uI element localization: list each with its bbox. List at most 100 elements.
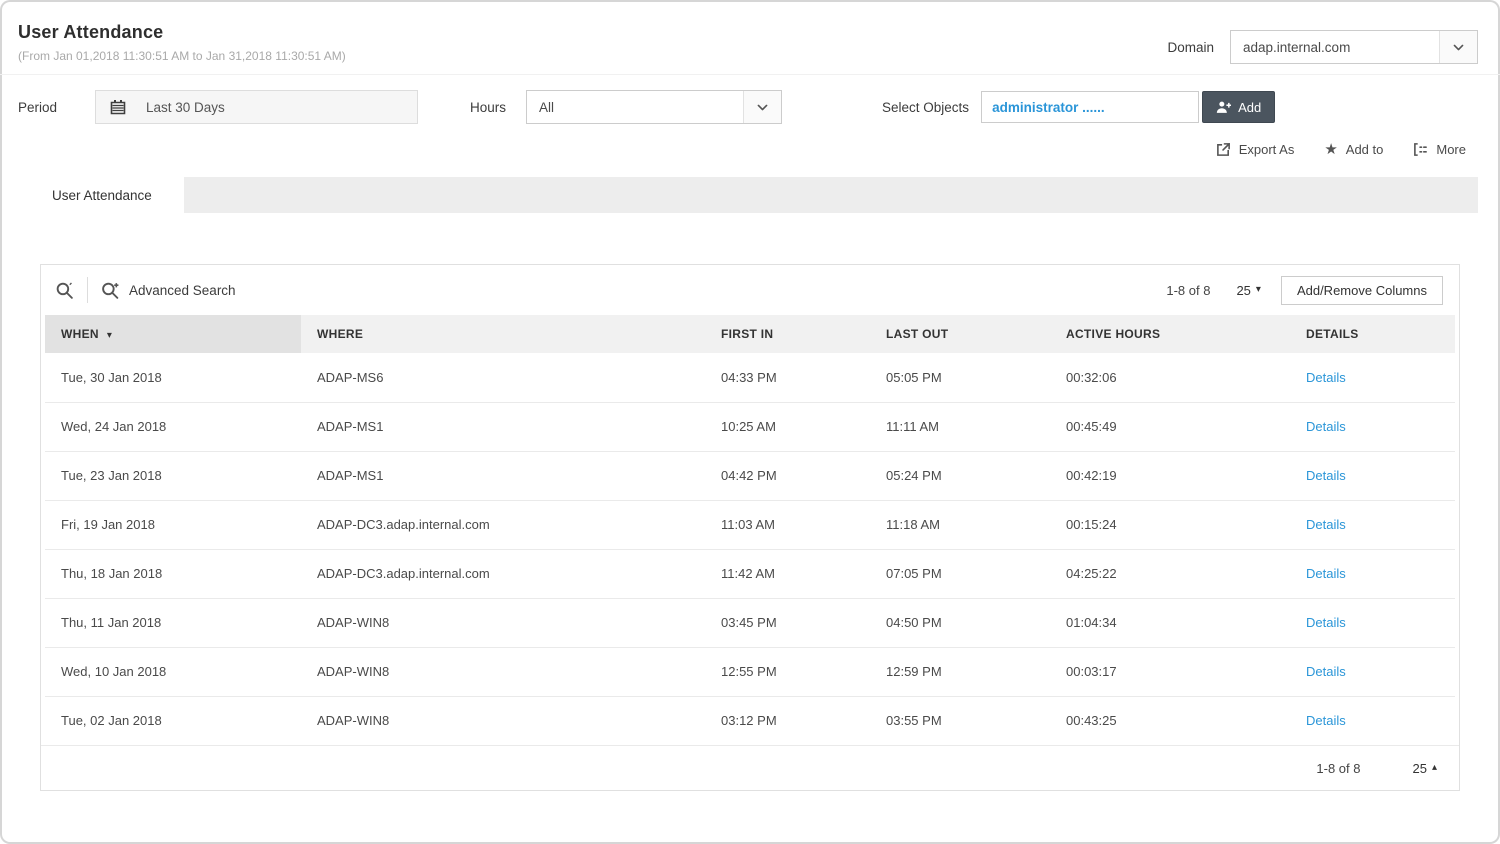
footer-pagination-range: 1-8 of 8 (1316, 761, 1360, 776)
details-link[interactable]: Details (1306, 713, 1346, 728)
cell-when: Thu, 11 Jan 2018 (45, 598, 301, 647)
page-title: User Attendance (18, 22, 346, 43)
domain-label: Domain (1167, 40, 1214, 55)
hours-select-value: All (527, 91, 743, 123)
footer-page-size-dropdown[interactable]: 25 ▴ (1413, 761, 1438, 776)
person-add-icon (1216, 100, 1231, 114)
cell-active-hours: 00:03:17 (1050, 647, 1290, 696)
select-objects-input[interactable]: administrator ...... (981, 91, 1199, 123)
table-row: Wed, 24 Jan 2018 ADAP-MS1 10:25 AM 11:11… (45, 402, 1455, 451)
cell-active-hours: 00:43:25 (1050, 696, 1290, 745)
column-header-when[interactable]: WHEN▾ (45, 315, 301, 353)
cell-active-hours: 04:25:22 (1050, 549, 1290, 598)
advanced-search-button[interactable]: Advanced Search (101, 281, 236, 300)
tab-label: User Attendance (52, 188, 152, 203)
add-object-button[interactable]: Add (1202, 91, 1275, 123)
cell-first-in: 12:55 PM (705, 647, 870, 696)
table-row: Thu, 11 Jan 2018 ADAP-WIN8 03:45 PM 04:5… (45, 598, 1455, 647)
more-button[interactable]: More (1413, 142, 1466, 157)
details-link[interactable]: Details (1306, 566, 1346, 581)
caret-up-icon: ▴ (1432, 763, 1437, 773)
details-link[interactable]: Details (1306, 615, 1346, 630)
tab-user-attendance[interactable]: User Attendance (20, 177, 184, 213)
search-icon[interactable] (55, 281, 74, 300)
cell-where: ADAP-DC3.adap.internal.com (301, 549, 705, 598)
period-input[interactable]: Last 30 Days (95, 90, 418, 124)
cell-when: Fri, 19 Jan 2018 (45, 500, 301, 549)
chevron-down-icon (1439, 31, 1477, 63)
cell-details: Details (1290, 402, 1455, 451)
pagination-range: 1-8 of 8 (1166, 283, 1210, 298)
cell-active-hours: 00:42:19 (1050, 451, 1290, 500)
export-as-label: Export As (1239, 142, 1295, 157)
table-body: Tue, 30 Jan 2018 ADAP-MS6 04:33 PM 05:05… (45, 353, 1455, 745)
title-block: User Attendance (From Jan 01,2018 11:30:… (18, 22, 346, 63)
select-objects-value: administrator ...... (992, 100, 1105, 115)
star-icon: ★ (1324, 142, 1337, 157)
tab-bar: User Attendance (20, 177, 1478, 213)
details-link[interactable]: Details (1306, 664, 1346, 679)
cell-last-out: 12:59 PM (870, 647, 1050, 696)
table-row: Wed, 10 Jan 2018 ADAP-WIN8 12:55 PM 12:5… (45, 647, 1455, 696)
cell-first-in: 03:45 PM (705, 598, 870, 647)
add-remove-columns-button[interactable]: Add/Remove Columns (1281, 276, 1443, 305)
period-value: Last 30 Days (140, 100, 225, 115)
details-link[interactable]: Details (1306, 419, 1346, 434)
chevron-down-icon (743, 91, 781, 123)
details-link[interactable]: Details (1306, 370, 1346, 385)
cell-where: ADAP-MS1 (301, 451, 705, 500)
domain-select[interactable]: adap.internal.com (1230, 30, 1478, 64)
cell-when: Tue, 30 Jan 2018 (45, 353, 301, 402)
cell-first-in: 11:03 AM (705, 500, 870, 549)
table-row: Tue, 02 Jan 2018 ADAP-WIN8 03:12 PM 03:5… (45, 696, 1455, 745)
select-objects-label: Select Objects (882, 100, 969, 115)
column-header-first-in[interactable]: FIRST IN (705, 315, 870, 353)
cell-when: Tue, 02 Jan 2018 (45, 696, 301, 745)
cell-where: ADAP-WIN8 (301, 598, 705, 647)
cell-last-out: 07:05 PM (870, 549, 1050, 598)
cell-first-in: 04:33 PM (705, 353, 870, 402)
cell-details: Details (1290, 451, 1455, 500)
column-header-details[interactable]: DETAILS (1290, 315, 1455, 353)
cell-where: ADAP-WIN8 (301, 696, 705, 745)
sort-caret-icon: ▾ (107, 330, 112, 341)
cell-last-out: 11:11 AM (870, 402, 1050, 451)
column-header-active-hours[interactable]: ACTIVE HOURS (1050, 315, 1290, 353)
cell-last-out: 05:24 PM (870, 451, 1050, 500)
cell-first-in: 04:42 PM (705, 451, 870, 500)
user-attendance-report-page: User Attendance (From Jan 01,2018 11:30:… (0, 0, 1500, 844)
add-button-label: Add (1238, 100, 1261, 115)
add-to-label: Add to (1346, 142, 1384, 157)
cell-where: ADAP-DC3.adap.internal.com (301, 500, 705, 549)
cell-last-out: 04:50 PM (870, 598, 1050, 647)
details-link[interactable]: Details (1306, 517, 1346, 532)
search-plus-icon (101, 281, 120, 300)
cell-first-in: 11:42 AM (705, 549, 870, 598)
calendar-icon (96, 99, 140, 115)
column-header-last-out[interactable]: LAST OUT (870, 315, 1050, 353)
cell-active-hours: 00:45:49 (1050, 402, 1290, 451)
cell-active-hours: 00:32:06 (1050, 353, 1290, 402)
page-size-value: 25 (1236, 283, 1250, 298)
details-link[interactable]: Details (1306, 468, 1346, 483)
cell-when: Wed, 24 Jan 2018 (45, 402, 301, 451)
caret-down-icon: ▾ (1256, 285, 1261, 295)
table-row: Tue, 30 Jan 2018 ADAP-MS6 04:33 PM 05:05… (45, 353, 1455, 402)
cell-details: Details (1290, 353, 1455, 402)
column-header-where[interactable]: WHERE (301, 315, 705, 353)
table-header-row: WHEN▾ WHERE FIRST IN LAST OUT ACTIVE HOU… (45, 315, 1455, 353)
export-as-button[interactable]: Export As (1216, 142, 1295, 157)
page-header: User Attendance (From Jan 01,2018 11:30:… (0, 0, 1500, 75)
table-row: Fri, 19 Jan 2018 ADAP-DC3.adap.internal.… (45, 500, 1455, 549)
page-size-dropdown[interactable]: 25 ▾ (1236, 283, 1261, 298)
more-label: More (1436, 142, 1466, 157)
period-label: Period (18, 100, 95, 115)
table-toolbar: Advanced Search 1-8 of 8 25 ▾ Add/Remove… (41, 265, 1459, 315)
cell-first-in: 03:12 PM (705, 696, 870, 745)
cell-when: Tue, 23 Jan 2018 (45, 451, 301, 500)
cell-first-in: 10:25 AM (705, 402, 870, 451)
cell-last-out: 05:05 PM (870, 353, 1050, 402)
hours-select[interactable]: All (526, 90, 782, 124)
cell-details: Details (1290, 598, 1455, 647)
add-to-button[interactable]: ★ Add to (1324, 142, 1383, 157)
